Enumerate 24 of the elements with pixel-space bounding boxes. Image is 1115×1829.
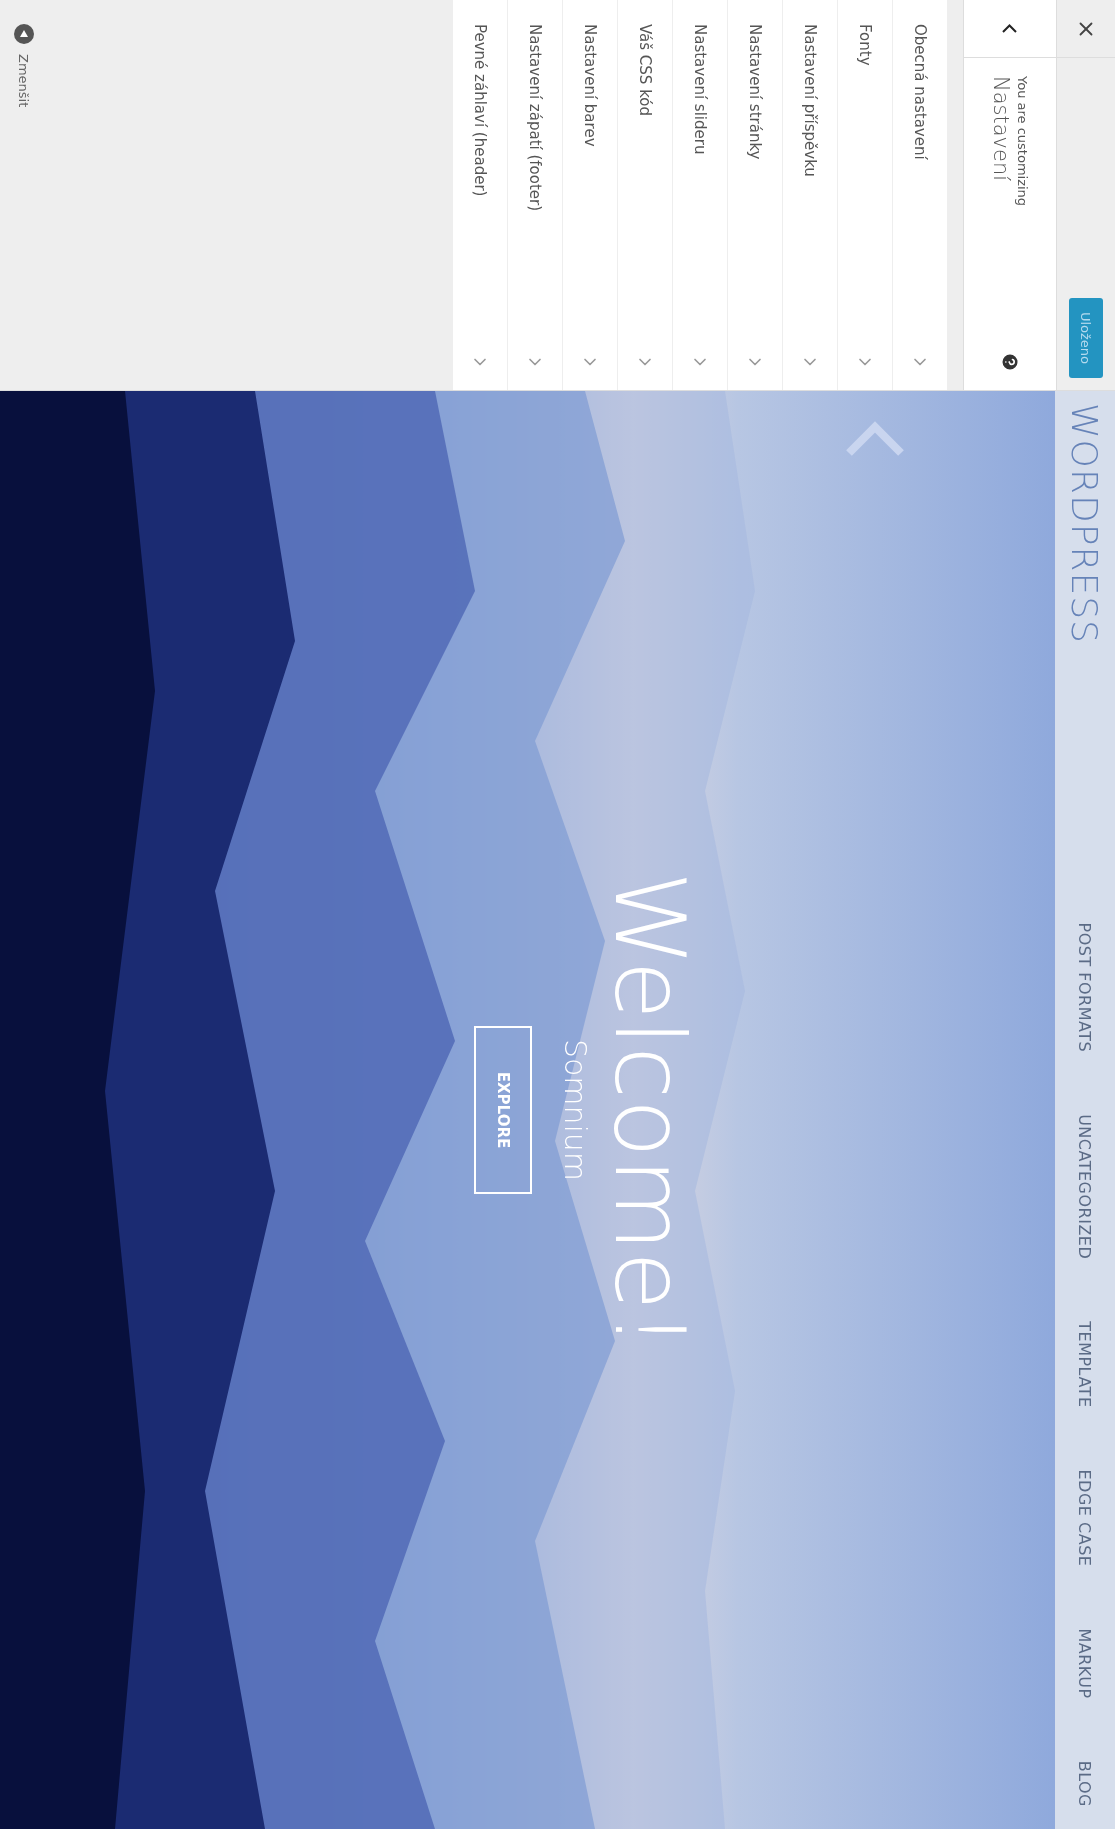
menu-link[interactable]: POST FORMATS — [1075, 922, 1095, 1053]
section-item[interactable]: Váš CSS kód — [617, 0, 672, 390]
back-chevron-icon — [1002, 24, 1018, 33]
help-icon[interactable] — [1000, 352, 1020, 372]
menu-link[interactable]: UNCATEGORIZED — [1075, 1114, 1095, 1260]
collapse-button[interactable]: Zmenšit — [0, 0, 34, 390]
hero-subheading: Somnium — [558, 1038, 593, 1182]
section-item[interactable]: Fonty — [837, 0, 892, 390]
site-logo[interactable]: WORDPRESS — [1064, 403, 1106, 644]
menu-link[interactable]: EDGE CASE — [1075, 1469, 1095, 1567]
hero-heading: Welcome! — [593, 871, 705, 1349]
menu-link[interactable]: BLOG — [1075, 1760, 1095, 1807]
section-item[interactable]: Nastavení barev — [562, 0, 617, 390]
section-item[interactable]: Pevné záhlaví (header) — [452, 0, 507, 390]
section-item[interactable]: Nastavení příspěvku — [782, 0, 837, 390]
menu-link[interactable]: MARKUP — [1075, 1628, 1095, 1699]
menu-link[interactable]: TEMPLATE — [1075, 1321, 1095, 1408]
section-item[interactable]: Nastavení slideru — [672, 0, 727, 390]
section-item[interactable]: Nastavení stránky — [727, 0, 782, 390]
panel-title: Nastavení — [989, 76, 1014, 184]
section-item[interactable]: Obecná nastavení — [892, 0, 947, 390]
customizing-label: You are customizing — [1015, 76, 1031, 209]
section-item[interactable]: Nastavení zápatí (footer) — [507, 0, 562, 390]
collapse-icon — [14, 24, 34, 44]
